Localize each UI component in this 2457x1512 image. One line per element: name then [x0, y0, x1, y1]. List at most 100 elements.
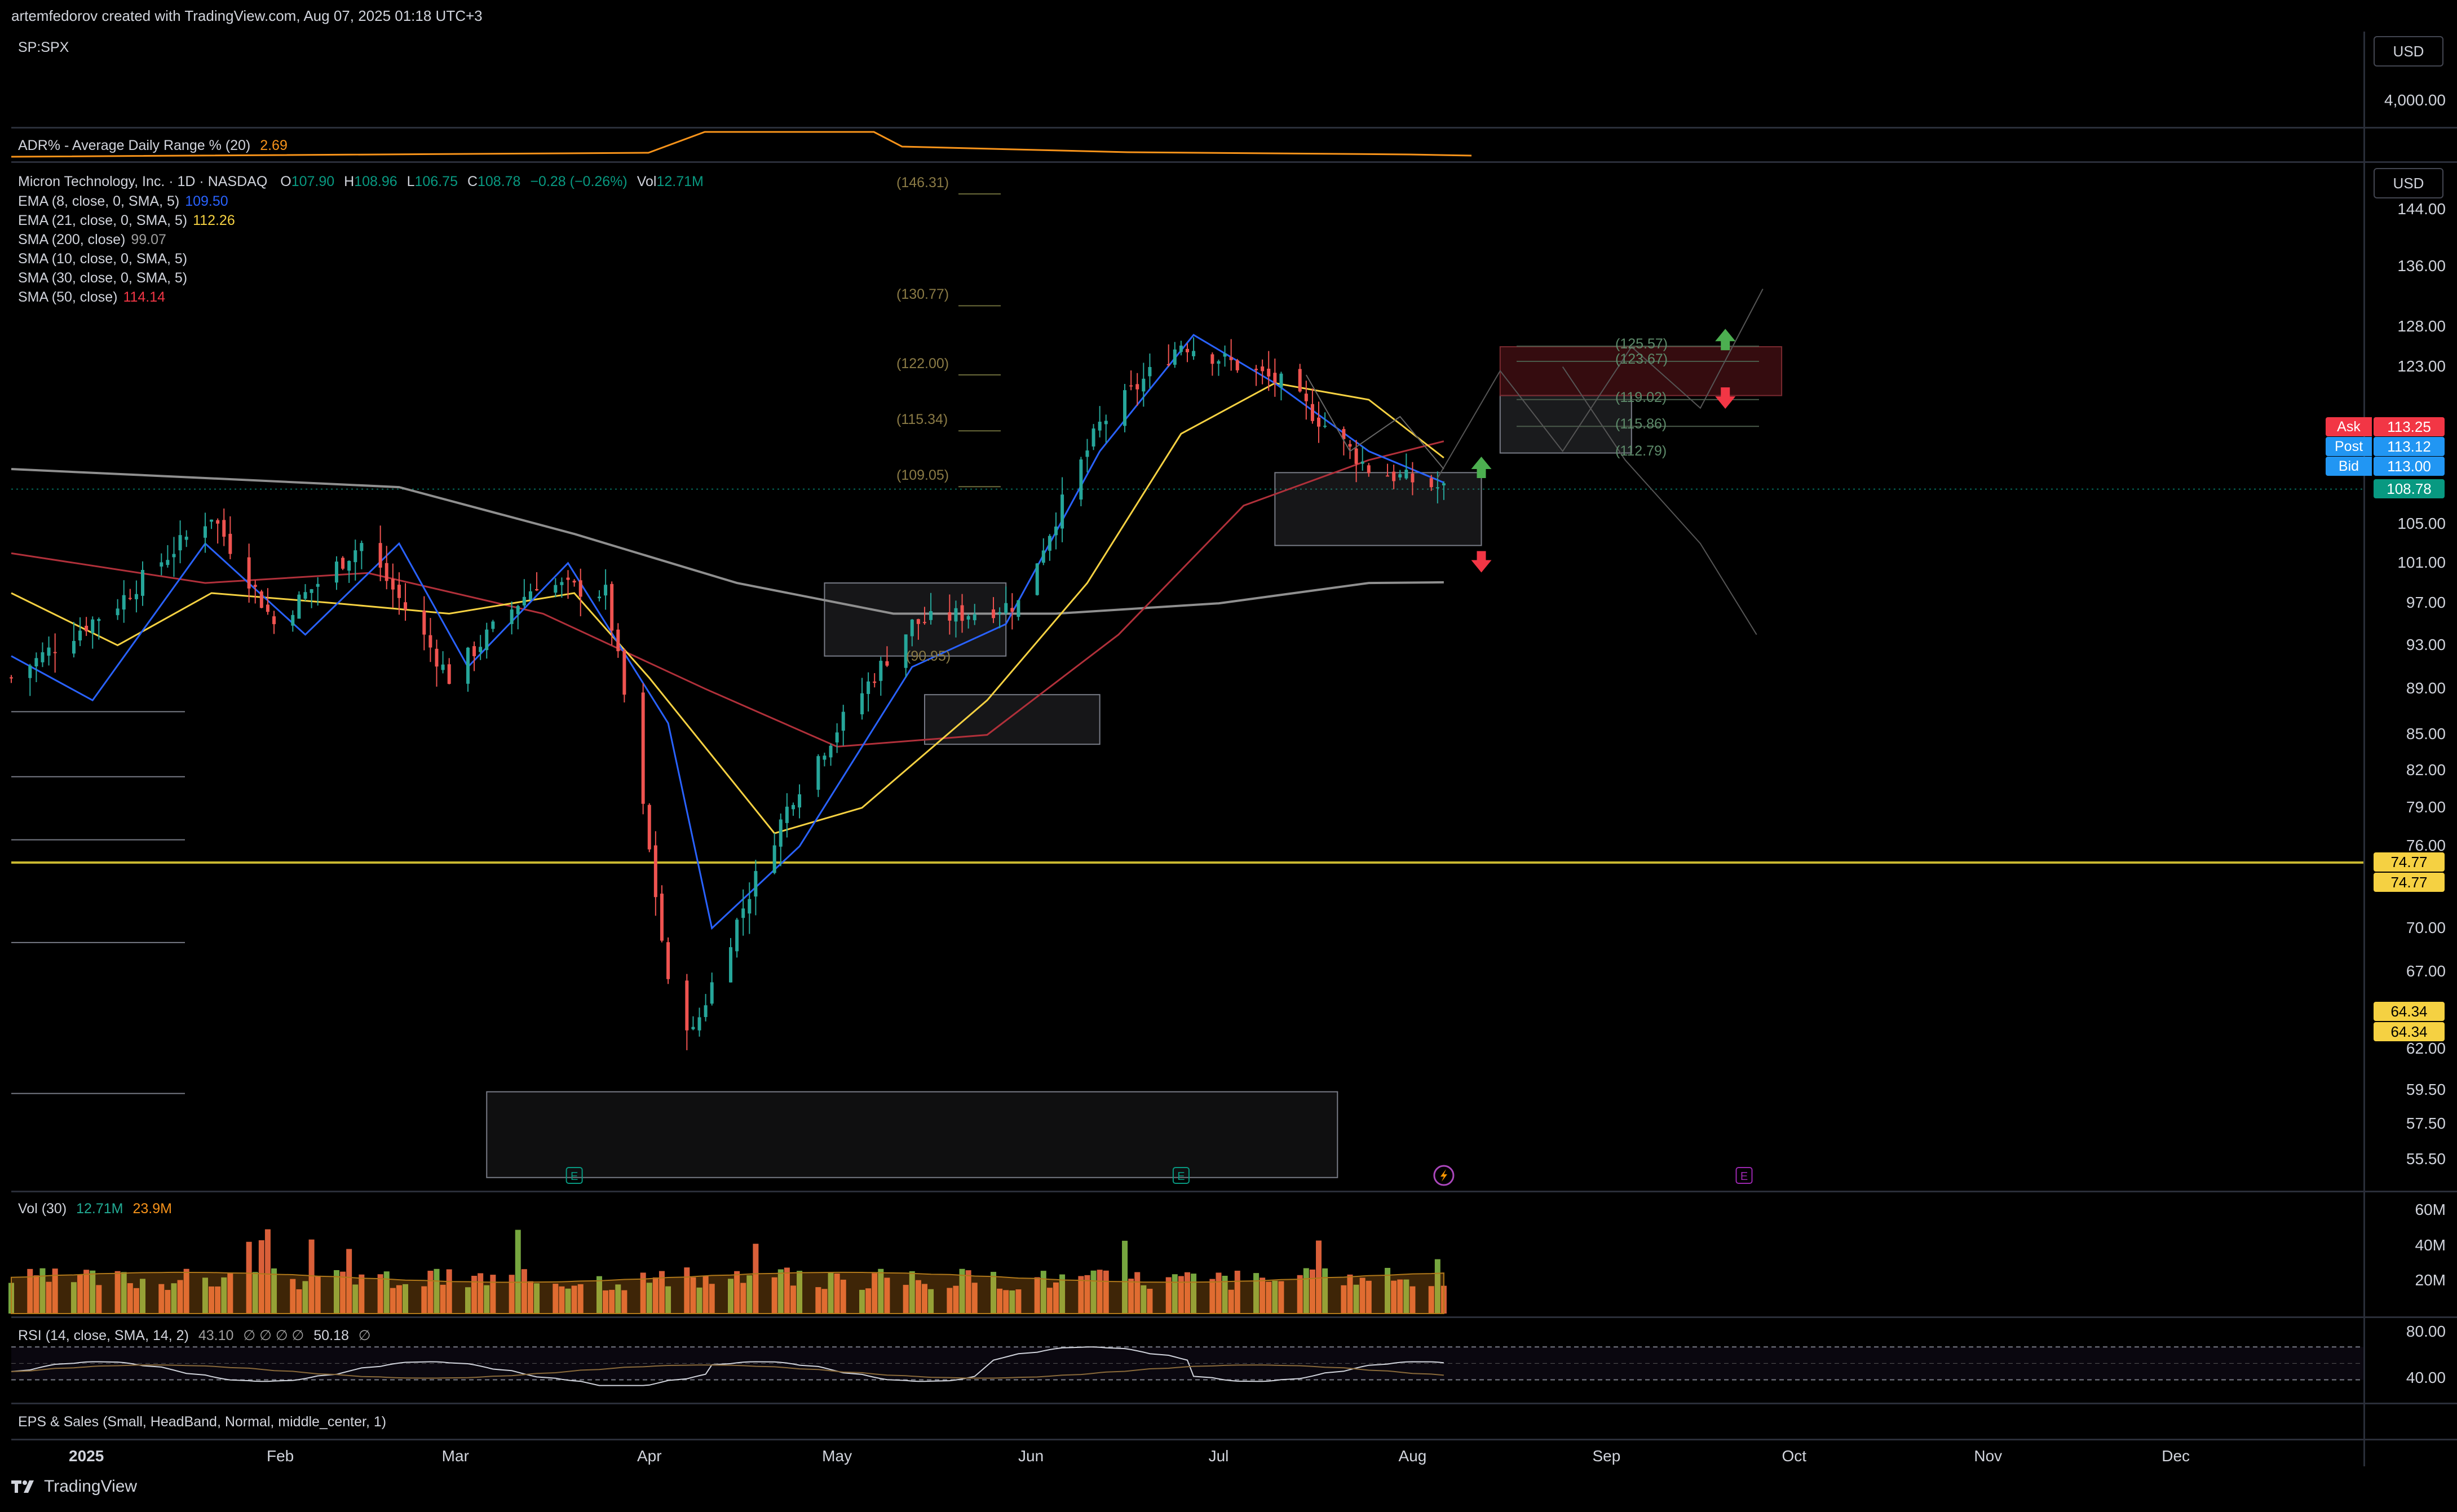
- ema-21-line: [11, 382, 1444, 834]
- price-tag-label: Bid: [2326, 457, 2372, 476]
- candle-body: [1091, 428, 1095, 447]
- candle: [1223, 345, 1227, 367]
- candle-body: [1098, 421, 1102, 431]
- candle-body: [128, 598, 132, 599]
- rsi-label: RSI (14, close, SMA, 14, 2): [18, 1328, 189, 1343]
- candle: [141, 561, 145, 606]
- tradingview-brand[interactable]: TradingView: [11, 1477, 137, 1496]
- candle: [485, 622, 489, 659]
- candle: [134, 580, 138, 613]
- time-axis-label: May: [822, 1447, 852, 1465]
- candle: [447, 658, 451, 684]
- candle: [247, 543, 251, 603]
- candle-body: [116, 608, 120, 616]
- candle-body: [691, 1027, 695, 1029]
- candle: [691, 1016, 695, 1031]
- candle-body: [404, 602, 408, 610]
- candle-body: [653, 845, 657, 898]
- candle-body: [622, 650, 626, 695]
- candle: [1317, 401, 1321, 443]
- candle-body: [660, 894, 664, 941]
- time-axis[interactable]: 2025 Feb Mar Apr May Jun Jul Aug Sep Oct Nov Dec: [11, 1440, 2363, 1472]
- time-axis-label: Nov: [1974, 1447, 2003, 1465]
- candle-body: [735, 919, 739, 952]
- candle: [710, 972, 714, 1006]
- candle-body: [1142, 378, 1146, 392]
- candle: [47, 636, 51, 666]
- fib-level-label: (146.31): [896, 175, 949, 191]
- candle: [1279, 372, 1283, 401]
- candle: [72, 622, 76, 658]
- candle-body: [472, 646, 476, 656]
- candle: [303, 584, 307, 601]
- tradingview-logo-icon: [11, 1480, 34, 1493]
- candle-body: [578, 580, 582, 597]
- volume-value-2: 23.9M: [132, 1201, 172, 1217]
- candle: [385, 546, 388, 590]
- candle-body: [604, 585, 608, 596]
- candle-body: [303, 592, 307, 599]
- price-scale-label: 85.00: [2406, 725, 2446, 743]
- candle-body: [916, 619, 920, 624]
- price-chart[interactable]: EEE: [0, 0, 2457, 1512]
- candle: [1360, 446, 1364, 471]
- candle: [791, 802, 795, 816]
- candle: [660, 885, 664, 943]
- candle-body: [310, 589, 313, 593]
- candle-body: [228, 533, 232, 554]
- rsi-trail: ∅: [358, 1328, 371, 1343]
- candle-body: [554, 585, 558, 593]
- candle: [41, 642, 45, 667]
- candle-body: [873, 681, 877, 683]
- candle-body: [1179, 345, 1183, 352]
- candle: [1129, 370, 1133, 391]
- candle-body: [616, 629, 620, 652]
- volume-scale-60m: 60M: [2415, 1201, 2446, 1218]
- candle: [184, 530, 188, 547]
- candle-body: [1004, 603, 1008, 613]
- supply-zone-box: [824, 582, 1007, 657]
- eps-pane-divider[interactable]: [11, 1403, 2457, 1404]
- candle-body: [1186, 348, 1189, 352]
- candle: [835, 723, 839, 753]
- candle-body: [572, 581, 576, 583]
- candle: [873, 673, 877, 688]
- candle: [178, 520, 182, 564]
- candle-body: [748, 899, 752, 914]
- candle: [879, 657, 883, 696]
- rsi-scale-80: 80.00: [2406, 1323, 2446, 1340]
- candle-body: [347, 560, 351, 571]
- price-scale-label: 93.00: [2406, 635, 2446, 653]
- candle-body: [998, 612, 1002, 614]
- time-axis-label: 2025: [68, 1447, 104, 1465]
- candle: [1091, 424, 1095, 450]
- candle-body: [391, 578, 395, 590]
- volume-label: Vol (30): [18, 1201, 67, 1217]
- candle-body: [522, 596, 526, 605]
- earnings-marker-label: E: [1740, 1170, 1748, 1183]
- rsi-scale-40: 40.00: [2406, 1369, 2446, 1386]
- candle: [310, 589, 313, 608]
- time-axis-label: Feb: [266, 1447, 294, 1465]
- candle: [78, 617, 82, 647]
- candle-body: [378, 543, 382, 568]
- price-scale-label: 136.00: [2397, 257, 2446, 275]
- candle: [685, 974, 689, 1050]
- candle: [216, 518, 220, 544]
- candle: [1148, 353, 1152, 388]
- candle: [578, 568, 582, 617]
- earnings-range-box: [486, 1091, 1338, 1178]
- candle-body: [385, 563, 388, 581]
- candle: [622, 648, 626, 703]
- candle: [378, 525, 382, 581]
- candle: [647, 803, 651, 852]
- candle-body: [41, 652, 45, 662]
- candle: [748, 882, 752, 934]
- rsi-pane-divider[interactable]: [11, 1316, 2457, 1318]
- candle-body: [1429, 478, 1433, 488]
- volume-pane-divider[interactable]: [11, 1191, 2457, 1192]
- time-axis-label: Apr: [637, 1447, 662, 1465]
- candle-body: [10, 677, 13, 679]
- candle-body: [297, 594, 301, 619]
- price-scale-label: 62.00: [2406, 1039, 2446, 1057]
